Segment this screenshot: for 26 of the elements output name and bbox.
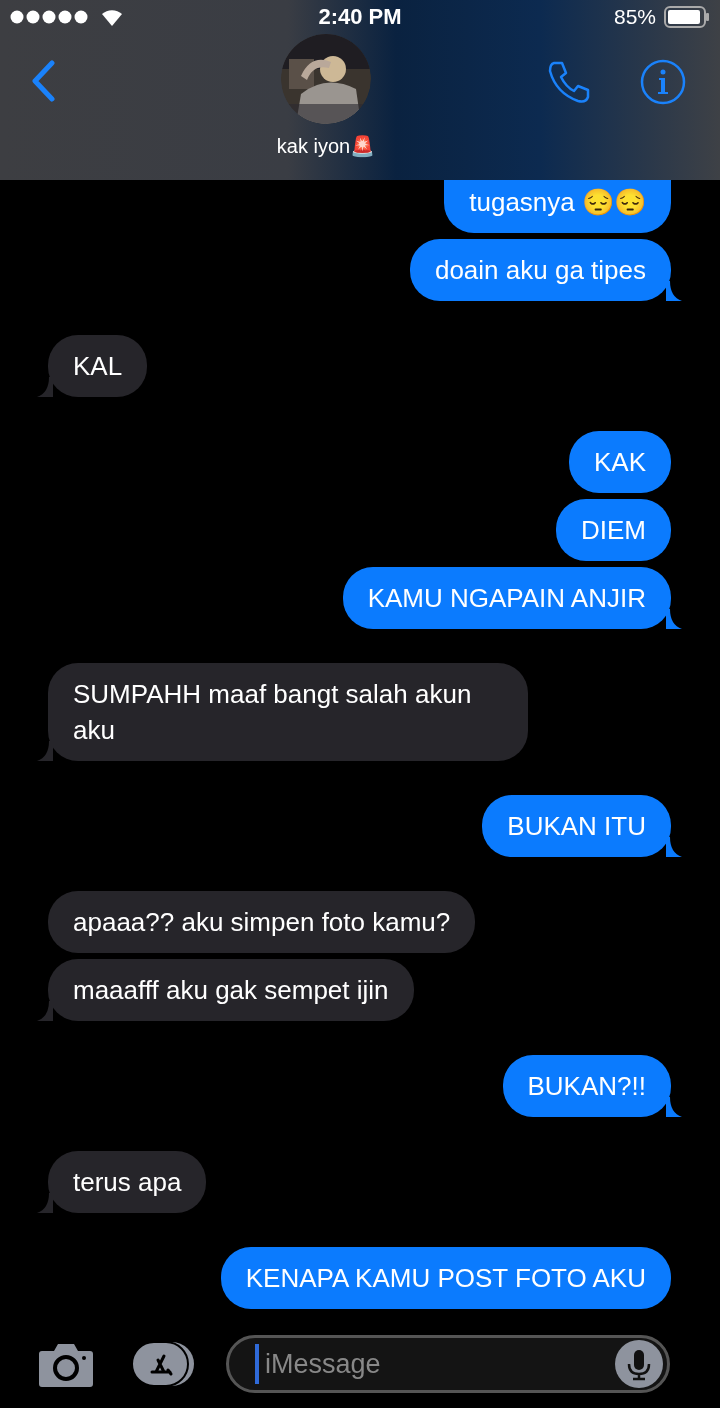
message-bubble: doain aku ga tipes: [409, 239, 671, 301]
message-bubble: terus apa: [48, 1151, 207, 1213]
message-bubble: SUMPAHH maaf bangt salah akun aku: [48, 663, 528, 761]
status-time: 2:40 PM: [318, 4, 402, 30]
contact-name[interactable]: kak iyon🚨: [276, 134, 376, 158]
message-bubble: KAMU NGAPAIN ANJIR: [342, 567, 671, 629]
message-bubble: maaafff aku gak sempet ijin: [48, 959, 414, 1021]
wifi-icon: [100, 8, 124, 26]
message-bubble: KAL: [48, 335, 148, 397]
info-icon[interactable]: [640, 59, 686, 105]
battery-percent: 85%: [613, 5, 656, 29]
phone-icon[interactable]: [546, 59, 592, 105]
message-bubble: BUKAN?!!: [502, 1055, 671, 1117]
app-store-icon[interactable]: [130, 1340, 196, 1388]
message-field[interactable]: iMessage: [226, 1335, 670, 1393]
message-bubble: apaaa?? aku simpen foto kamu?: [48, 891, 476, 953]
battery-icon: [664, 6, 710, 28]
message-bubble: KAK: [568, 431, 671, 493]
back-icon[interactable]: [30, 60, 56, 102]
message-bubble: KENAPA KAMU POST FOTO AKU: [220, 1247, 671, 1309]
microphone-icon[interactable]: [615, 1340, 663, 1388]
camera-icon[interactable]: [38, 1341, 94, 1387]
message-bubble: tugasnya 😔😔: [444, 180, 671, 233]
message-input[interactable]: iMessage: [263, 1347, 611, 1381]
message-bubble: DIEM: [556, 499, 671, 561]
message-bubble: BUKAN ITU: [482, 795, 671, 857]
